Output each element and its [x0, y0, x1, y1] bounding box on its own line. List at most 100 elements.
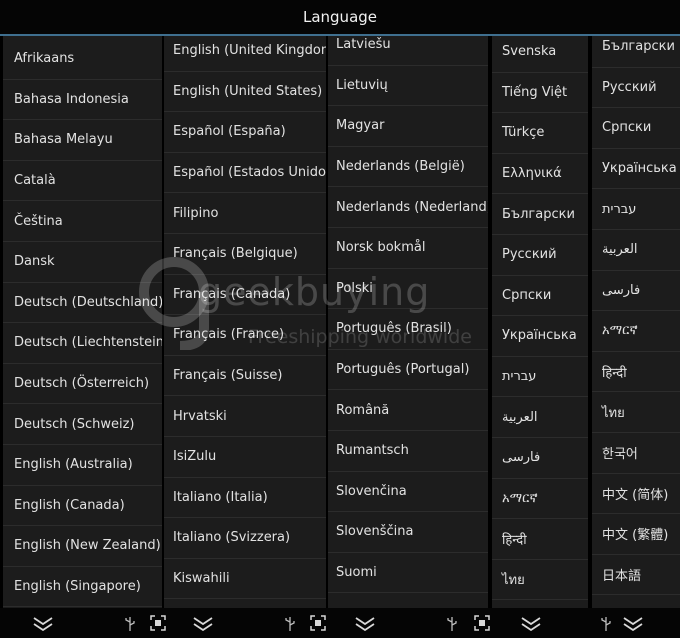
language-option-label: Deutsch (Liechtenstein) [14, 335, 162, 351]
language-option[interactable]: Español (España) [164, 112, 326, 153]
language-option[interactable]: Nederlands (Nederland) [328, 187, 488, 228]
language-option-label: Slovenščina [336, 524, 414, 540]
language-column-5[interactable]: Български Русский Српски Українська עברית الع… [592, 36, 680, 608]
language-option[interactable]: עברית [592, 189, 680, 230]
chevron-down-icon[interactable] [192, 615, 214, 631]
language-option[interactable]: Hrvatski [164, 396, 326, 437]
language-option[interactable]: हिन्दी [592, 352, 680, 393]
language-option[interactable]: Bahasa Indonesia [3, 80, 162, 121]
usb-icon [447, 617, 457, 631]
language-option[interactable]: Dansk [3, 242, 162, 283]
usb-icon [601, 617, 611, 631]
chevron-down-icon[interactable] [520, 615, 542, 631]
chevron-down-icon[interactable] [622, 615, 644, 631]
language-option[interactable]: Русский [492, 235, 588, 276]
language-option[interactable]: English (Canada) [3, 486, 162, 527]
language-option-label: IsiZulu [173, 449, 217, 465]
language-option-label: Español (España) [173, 124, 286, 140]
language-column-4[interactable]: Svenska Tiếng Việt Türkçe Ελληνικά Български… [492, 36, 588, 608]
chevron-down-icon[interactable] [354, 615, 376, 631]
language-option[interactable]: English (United States) [164, 72, 326, 113]
language-option[interactable]: Українська [592, 149, 680, 190]
language-option[interactable]: Deutsch (Österreich) [3, 364, 162, 405]
language-option[interactable]: Slovenščina [328, 512, 488, 553]
language-option[interactable]: Rumantsch [328, 431, 488, 472]
language-option[interactable]: Italiano (Svizzera) [164, 518, 326, 559]
language-option[interactable]: አማርኛ [592, 311, 680, 352]
language-option-label: English (Australia) [14, 457, 133, 473]
language-option-label: Español (Estados Unidos) [173, 165, 326, 181]
language-option[interactable]: Filipino [164, 193, 326, 234]
language-option[interactable]: العربية [592, 230, 680, 271]
language-option[interactable]: Tiếng Việt [492, 73, 588, 114]
language-option[interactable]: 日本語 [592, 555, 680, 596]
language-option[interactable]: Čeština [3, 201, 162, 242]
language-option-label: Русский [602, 79, 657, 95]
language-option-label: Norsk bokmål [336, 240, 426, 256]
navigation-bar [0, 608, 680, 638]
language-option[interactable]: Български [592, 36, 680, 68]
language-option[interactable]: አማርኛ [492, 479, 588, 520]
language-option[interactable]: English (Singapore) [3, 567, 162, 608]
language-option[interactable]: English (United Kingdom) [164, 36, 326, 72]
language-option[interactable]: Deutsch (Deutschland) [3, 283, 162, 324]
language-option[interactable]: 한국어 [592, 433, 680, 474]
language-option[interactable]: Português (Brasil) [328, 309, 488, 350]
language-option[interactable]: 中文 (简体) [592, 474, 680, 515]
language-option[interactable]: Lietuvių [328, 66, 488, 107]
language-option[interactable]: Български [492, 194, 588, 235]
language-option[interactable]: English (New Zealand) [3, 526, 162, 567]
language-option-label: English (United States) [173, 83, 323, 99]
language-option[interactable]: العربية [492, 397, 588, 438]
language-option-label: English (Singapore) [14, 579, 141, 595]
language-option[interactable]: Suomi [328, 553, 488, 594]
language-option[interactable]: Kiswahili [164, 559, 326, 600]
language-option[interactable]: فارسی [492, 438, 588, 479]
language-option[interactable]: Slovenčina [328, 472, 488, 513]
screenshot-icon [310, 615, 326, 631]
language-option[interactable]: Русский [592, 68, 680, 109]
language-option-label: Magyar [336, 118, 385, 134]
language-option[interactable]: Nederlands (België) [328, 147, 488, 188]
language-option-label: Kiswahili [173, 571, 230, 587]
language-option[interactable]: ไทย [492, 560, 588, 601]
language-option[interactable]: Italiano (Italia) [164, 478, 326, 519]
chevron-down-icon[interactable] [32, 615, 54, 631]
language-option[interactable]: Français (Suisse) [164, 356, 326, 397]
language-option-label: Čeština [14, 213, 63, 229]
language-option[interactable]: Latviešu [328, 36, 488, 66]
language-option[interactable]: Bahasa Melayu [3, 120, 162, 161]
usb-icon [125, 617, 135, 631]
language-option[interactable]: Français (Belgique) [164, 234, 326, 275]
language-option[interactable]: Français (Canada) [164, 275, 326, 316]
language-option[interactable]: Српски [492, 276, 588, 317]
language-option[interactable]: हिन्दी [492, 519, 588, 560]
language-option[interactable]: Português (Portugal) [328, 350, 488, 391]
language-option[interactable]: Deutsch (Liechtenstein) [3, 323, 162, 364]
language-option[interactable]: Română [328, 390, 488, 431]
language-option[interactable]: Polski [328, 269, 488, 310]
language-option[interactable]: Svenska [492, 36, 588, 73]
language-option-label: አማርኛ [602, 323, 638, 339]
language-option[interactable]: English (Australia) [3, 445, 162, 486]
language-option[interactable]: ไทย [592, 392, 680, 433]
language-option[interactable]: فارسی [592, 271, 680, 312]
language-option[interactable]: Français (France) [164, 315, 326, 356]
language-option[interactable]: Norsk bokmål [328, 228, 488, 269]
language-option[interactable]: Afrikaans [3, 39, 162, 80]
language-option[interactable]: Español (Estados Unidos) [164, 153, 326, 194]
language-option[interactable]: IsiZulu [164, 437, 326, 478]
language-option[interactable]: Magyar [328, 106, 488, 147]
language-option[interactable]: Català [3, 161, 162, 202]
language-option[interactable]: עברית [492, 357, 588, 398]
language-option[interactable]: 中文 (繁體) [592, 514, 680, 555]
language-option[interactable]: Українська [492, 316, 588, 357]
language-column-1[interactable]: Afrikaans Bahasa Indonesia Bahasa Melayu Ca… [3, 36, 162, 608]
language-option[interactable]: Deutsch (Schweiz) [3, 404, 162, 445]
language-option[interactable]: Türkçe [492, 113, 588, 154]
language-column-2[interactable]: English (United Kingdom) English (United … [164, 36, 326, 608]
language-option[interactable]: Ελληνικά [492, 154, 588, 195]
language-option[interactable]: Српски [592, 108, 680, 149]
language-option-label: Bahasa Indonesia [14, 91, 129, 107]
language-column-3[interactable]: Latviešu Lietuvių Magyar Nederlands (België… [328, 36, 488, 608]
